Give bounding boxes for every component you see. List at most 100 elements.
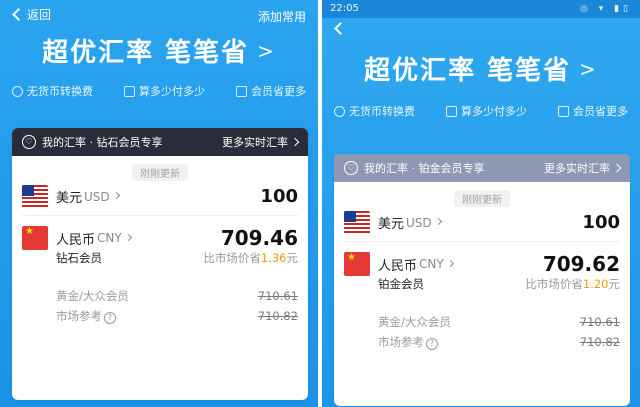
rate-label: 黄金/大众会员 [378,315,451,329]
chevron-right-icon: > [257,39,276,63]
feature-item: 会员省更多 [558,103,628,119]
feature-label: 会员省更多 [251,85,306,98]
from-amount[interactable]: 100 [260,186,298,207]
to-currency-block[interactable]: ★ 人民币 CNY 709.62 铂金会员 比市场价省1.20元 [344,242,620,304]
us-flag-icon [22,184,48,209]
headline-text: 超优汇率 笔笔省 [364,56,572,86]
add-favorite-button[interactable]: 添加常用 [258,8,306,25]
status-bar: 22:05 ◎ ▾ ▮▯ [322,0,640,18]
other-rate-row: 黄金/大众会员 710.61 [378,312,620,332]
refresh-badge: 刚刚更新 [454,190,510,207]
rate-value: 710.82 [257,309,298,323]
currency-name: 人民币 [378,258,418,274]
promo-headline[interactable]: 超优汇率 笔笔省 > [0,32,318,69]
more-rates-link[interactable]: 更多实时汇率 [222,134,300,150]
savings-value: 1.36 [260,251,287,265]
feature-item: 无货币转换费 [12,83,93,99]
feature-item: 算多少付多少 [124,83,205,99]
from-currency-row[interactable]: 美元 USD 100 [344,204,620,242]
exchange-icon [12,85,23,97]
back-button[interactable] [334,22,347,35]
right-screen: 22:05 ◎ ▾ ▮▯ 超优汇率 笔笔省 > 无货币转换费 算多少付多少 会员省… [322,0,640,407]
heart-icon: ♡ [22,135,36,149]
chevron-right-icon [290,137,300,147]
heart-icon: ♡ [344,161,358,175]
feature-item: 会员省更多 [236,83,306,99]
card-title: 我的汇率 · 铂金会员专享 [364,162,485,175]
top-bar [322,18,640,40]
help-icon[interactable]: ? [426,338,438,350]
chevron-right-icon [124,233,132,241]
back-button[interactable]: 返回 [12,6,52,23]
card-header: ♡ 我的汇率 · 钻石会员专享 更多实时汇率 [12,128,308,156]
savings-value: 1.20 [582,277,609,291]
currency-code: CNY [419,257,444,271]
from-amount[interactable]: 100 [582,212,620,233]
feature-label: 无货币转换费 [349,105,415,118]
status-icons: ◎ ▾ ▮▯ [580,4,632,14]
chevron-right-icon: > [579,57,598,81]
back-label: 返回 [27,8,52,22]
calculator-icon [446,105,457,117]
chevron-right-icon [112,191,120,200]
member-icon [558,105,569,117]
other-rates: 黄金/大众会员 710.61 市场参考? 710.82 [344,312,620,352]
calculator-icon [124,85,135,97]
more-rates-link[interactable]: 更多实时汇率 [544,160,622,176]
currency-code: USD [84,189,110,204]
help-icon[interactable]: ? [104,312,116,324]
top-bar: 返回 添加常用 [0,0,318,24]
chevron-right-icon [612,163,622,173]
feature-item: 无货币转换费 [334,103,415,119]
member-level: 钻石会员 [56,251,102,265]
rate-card: ♡ 我的汇率 · 钻石会员专享 更多实时汇率 刚刚更新 美元 USD 100 ★ … [12,128,308,400]
currency-name: 美元 [378,217,405,232]
savings-text: 比市场价省1.20元 [525,277,620,291]
chevron-left-icon [334,22,347,35]
savings-text: 比市场价省1.36元 [203,251,298,265]
rate-card: ♡ 我的汇率 · 铂金会员专享 更多实时汇率 刚刚更新 美元 USD 100 ★ … [334,154,630,406]
status-time: 22:05 [330,3,359,14]
rate-label: 黄金/大众会员 [56,289,129,303]
currency-name: 美元 [56,191,83,206]
cn-flag-icon: ★ [22,226,48,250]
currency-code: USD [406,215,432,230]
feature-list: 无货币转换费 算多少付多少 会员省更多 [0,83,318,99]
feature-label: 会员省更多 [573,105,628,118]
feature-label: 算多少付多少 [139,85,205,98]
member-level: 铂金会员 [378,277,424,291]
rate-value: 710.61 [579,315,620,329]
other-rate-row: 市场参考? 710.82 [378,332,620,352]
card-header: ♡ 我的汇率 · 铂金会员专享 更多实时汇率 [334,154,630,182]
us-flag-icon [344,210,370,235]
exchange-icon [334,105,345,117]
rate-value: 710.61 [257,289,298,303]
rate-value: 710.82 [579,335,620,349]
to-amount: 709.62 [542,252,620,276]
more-rates-label: 更多实时汇率 [544,162,610,175]
to-amount: 709.46 [220,226,298,250]
other-rate-row: 黄金/大众会员 710.61 [56,286,298,306]
rate-label: 市场参考 [378,335,424,349]
promo-headline[interactable]: 超优汇率 笔笔省 > [322,50,640,87]
chevron-right-icon [446,259,454,267]
currency-name: 人民币 [56,232,96,248]
left-screen: 返回 添加常用 超优汇率 笔笔省 > 无货币转换费 算多少付多少 会员省更多 ♡ 我… [0,0,318,407]
other-rates: 黄金/大众会员 710.61 市场参考? 710.82 [22,286,298,326]
from-currency-row[interactable]: 美元 USD 100 [22,178,298,216]
feature-label: 算多少付多少 [461,105,527,118]
refresh-badge: 刚刚更新 [132,164,188,181]
cn-flag-icon: ★ [344,252,370,276]
chevron-right-icon [434,217,442,226]
chevron-left-icon [12,8,25,21]
member-icon [236,85,247,97]
card-title: 我的汇率 · 钻石会员专享 [42,136,163,149]
more-rates-label: 更多实时汇率 [222,136,288,149]
rate-label: 市场参考 [56,309,102,323]
headline-text: 超优汇率 笔笔省 [42,38,250,68]
feature-item: 算多少付多少 [446,103,527,119]
other-rate-row: 市场参考? 710.82 [56,306,298,326]
to-currency-block[interactable]: ★ 人民币 CNY 709.46 钻石会员 比市场价省1.36元 [22,216,298,278]
currency-code: CNY [97,231,122,245]
feature-label: 无货币转换费 [27,85,93,98]
